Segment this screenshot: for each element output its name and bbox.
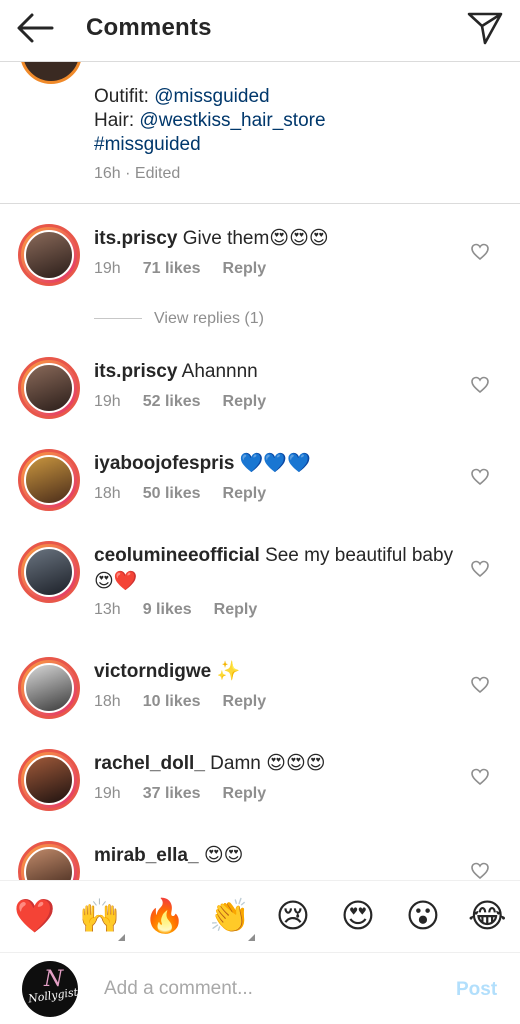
emoji-button-clap[interactable]: 👏 — [209, 897, 255, 941]
comment-time: 18h — [94, 693, 121, 710]
view-replies-button[interactable]: View replies (1) — [94, 308, 294, 332]
comment-meta: 18h 10 likes Reply — [94, 693, 288, 711]
comment-username[interactable]: its.priscy — [94, 361, 177, 382]
emoji-button-cry[interactable]: 😢 — [274, 897, 312, 935]
raised-hands-icon: 🙌 — [79, 897, 121, 934]
arrow-left-icon[interactable] — [14, 10, 56, 46]
caption-hair-label: Hair: — [94, 110, 140, 131]
mention-link[interactable]: @missguided — [154, 86, 269, 107]
clap-icon: 👏 — [209, 897, 251, 934]
divider — [94, 318, 142, 319]
comment-body: 😍😍 — [203, 845, 244, 866]
post-caption: Outifit: @missguided Hair: @westkiss_hai… — [0, 22, 520, 204]
post-button[interactable]: Post — [456, 979, 497, 1001]
caption-hair-line: Hair: @westkiss_hair_store — [94, 110, 326, 132]
reply-button[interactable]: Reply — [223, 485, 267, 502]
comment-time: 19h — [94, 260, 121, 277]
emoji-button-heart[interactable]: ❤️ — [14, 897, 55, 935]
heart-icon[interactable] — [470, 242, 490, 262]
caption-outfit-label: Outifit: — [94, 86, 155, 107]
avatar-logo-text: Nollygist — [27, 985, 78, 1006]
heart-icon[interactable] — [470, 675, 490, 695]
comment-text: rachel_doll_ Damn 😍😍😍 — [94, 751, 464, 777]
comment-likes[interactable]: 37 likes — [143, 785, 201, 802]
avatar[interactable] — [18, 224, 80, 286]
emoji-button-raised-hands[interactable]: 🙌 — [79, 897, 125, 941]
reply-button[interactable]: Reply — [223, 785, 267, 802]
comment-body: Ahannnn — [181, 361, 258, 382]
reply-button[interactable]: Reply — [223, 260, 267, 277]
skin-tone-corner-icon — [248, 934, 255, 941]
comment-likes[interactable]: 9 likes — [143, 601, 192, 618]
comment-meta: 19h 52 likes Reply — [94, 393, 288, 411]
comment-likes[interactable]: 71 likes — [143, 260, 201, 277]
reply-button[interactable]: Reply — [214, 601, 258, 618]
comment-meta: 19h 71 likes Reply — [94, 260, 288, 278]
comment-time: 18h — [94, 485, 121, 502]
comment-meta: 18h 50 likes Reply — [94, 485, 288, 503]
send-icon[interactable] — [465, 10, 505, 46]
reply-button[interactable]: Reply — [223, 693, 267, 710]
comment-likes[interactable]: 52 likes — [143, 393, 201, 410]
comment-meta: 13h 9 likes Reply — [94, 601, 279, 619]
comment-meta: 19h 37 likes Reply — [94, 785, 288, 803]
comment-input[interactable] — [104, 975, 424, 1003]
header-bar: Comments — [0, 0, 520, 62]
comment-username[interactable]: victorndigwe — [94, 661, 211, 682]
avatar[interactable] — [18, 357, 80, 419]
avatar[interactable]: N Nollygist — [22, 961, 78, 1017]
avatar[interactable] — [18, 657, 80, 719]
comment-text: victorndigwe ✨ — [94, 659, 464, 685]
comment-text: ceolumineeofficial See my beautiful baby… — [94, 543, 464, 595]
avatar[interactable] — [18, 749, 80, 811]
comment-text: mirab_ella_ 😍😍 — [94, 843, 464, 869]
comment-username[interactable]: rachel_doll_ — [94, 753, 205, 774]
comment-username[interactable]: iyaboojofespris — [94, 453, 234, 474]
comment-username[interactable]: ceolumineeofficial — [94, 545, 260, 566]
avatar[interactable] — [18, 449, 80, 511]
reply-button[interactable]: Reply — [223, 393, 267, 410]
comment-time: 19h — [94, 393, 121, 410]
view-replies-label: View replies (1) — [154, 310, 264, 327]
emoji-button-heart-eyes[interactable]: 😍 — [339, 897, 377, 935]
emoji-button-surprised[interactable]: 😮 — [404, 897, 442, 935]
caption-time: 16h — [94, 165, 121, 182]
caption-meta: 16h · Edited — [94, 165, 181, 182]
heart-icon[interactable] — [470, 467, 490, 487]
hashtag-link[interactable]: #missguided — [94, 134, 201, 156]
heart-icon[interactable] — [470, 559, 490, 579]
comment-username[interactable]: its.priscy — [94, 228, 177, 249]
skin-tone-corner-icon — [118, 934, 125, 941]
mention-link[interactable]: @westkiss_hair_store — [139, 110, 325, 131]
comment-text: iyaboojofespris 💙💙💙 — [94, 451, 464, 477]
comment-username[interactable]: mirab_ella_ — [94, 845, 199, 866]
comment-body: Give them😍😍😍 — [182, 228, 329, 249]
emoji-button-laugh[interactable]: 😂 — [468, 897, 507, 935]
caption-outfit-line: Outifit: @missguided — [94, 86, 270, 108]
heart-icon[interactable] — [470, 767, 490, 787]
emoji-quick-bar: ❤️ 🙌 🔥 👏 😢 😍 😮 😂 — [0, 880, 520, 952]
emoji-button-fire[interactable]: 🔥 — [144, 897, 185, 935]
comment-body: Damn 😍😍😍 — [210, 753, 326, 774]
comment-text: its.priscy Give them😍😍😍 — [94, 226, 464, 252]
avatar[interactable] — [18, 541, 80, 603]
caption-edited: Edited — [134, 165, 181, 182]
comment-text: its.priscy Ahannnn — [94, 359, 464, 385]
comment-body: 💙💙💙 — [239, 453, 311, 474]
comment-composer: N Nollygist Post — [0, 952, 520, 1024]
heart-icon[interactable] — [470, 861, 490, 881]
page-title: Comments — [86, 14, 212, 41]
comment-likes[interactable]: 10 likes — [143, 693, 201, 710]
comment-time: 13h — [94, 601, 121, 618]
comment-likes[interactable]: 50 likes — [143, 485, 201, 502]
comment-body: ✨ — [216, 661, 241, 682]
comment-time: 19h — [94, 785, 121, 802]
heart-icon[interactable] — [470, 375, 490, 395]
